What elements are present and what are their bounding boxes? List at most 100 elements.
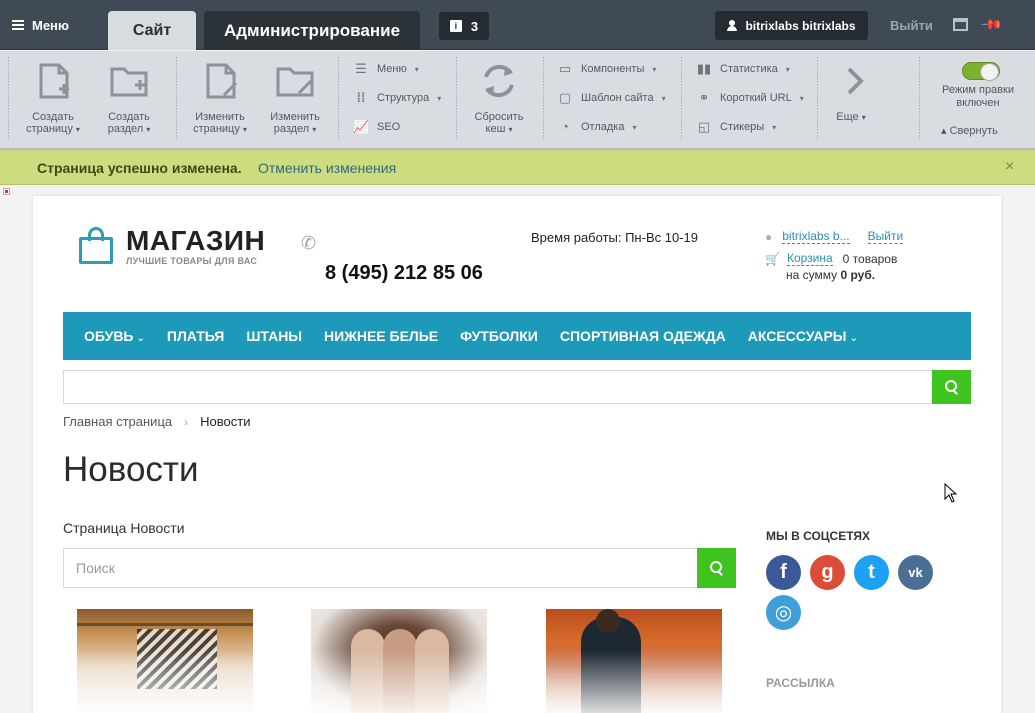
chart-icon: 📈 [353,119,370,134]
notifications-count: 3 [470,18,479,34]
nav-item[interactable]: АКСЕССУАРЫ ⌄ [748,328,858,344]
site-page: МАГАЗИН ЛУЧШИЕ ТОВАРЫ ДЛЯ ВАС ✆ 8 (495) … [33,196,1001,713]
new-folder-icon [110,67,148,97]
site-logo[interactable]: МАГАЗИН ЛУЧШИЕ ТОВАРЫ ДЛЯ ВАС [79,226,265,266]
phone-number: 8 (495) 212 85 06 [325,262,483,284]
news-thumbnail[interactable] [311,609,487,713]
admin-panel-top: Меню Сайт Администрирование i 3 bitrixla… [0,0,1035,50]
nav-item[interactable]: СПОРТИВНАЯ ОДЕЖДА [560,328,726,344]
nav-item-label: НИЖНЕЕ БЕЛЬЕ [324,328,439,344]
edit-folder-icon [276,67,314,97]
news-search-button[interactable] [697,548,736,588]
chevron-down-icon: ⌄ [136,333,145,344]
news-search-input[interactable]: Поиск [63,548,698,588]
collapse-toolbar-button[interactable]: ▴ Свернуть [941,124,998,137]
breadcrumb: Главная страница › Новости [63,414,250,429]
nav-item-label: ШТАНЫ [246,328,303,344]
seo-tool-button[interactable]: 📈 SEO [353,118,400,136]
cart-sum-prefix: на сумму [786,268,838,282]
nav-item[interactable]: НИЖНЕЕ БЕЛЬЕ [324,328,438,344]
user-name: bitrixlabs bitrixlabs [745,18,856,33]
cart-sum: на сумму 0 руб. [786,268,875,282]
tab-site[interactable]: Сайт [108,11,196,50]
debug-tool-button[interactable]: ◔ Отладка ▾ [557,118,636,136]
nav-item[interactable]: ОБУВЬ ⌄ [84,328,145,344]
terminal-icon: ▭ [558,61,572,76]
twitter-icon[interactable]: t [854,555,889,590]
shopping-bag-icon [79,227,113,265]
edit-mode-label: Режим правки включен [942,84,1014,109]
cart-row: 🛒 Корзина 0 товаров [765,251,897,266]
page-subtitle: Страница Новости [63,520,185,536]
vk-icon[interactable]: vk [898,555,933,590]
components-tool-label: Компоненты [581,63,645,75]
cart-icon: 🛒 [765,251,780,266]
nav-item[interactable]: ПЛАТЬЯ [167,328,224,344]
bar-chart-icon: ▮▮ [696,61,712,76]
notification-bar: Страница успешно изменена. Отменить изме… [0,149,1035,185]
logo-title: МАГАЗИН [126,225,266,256]
nav-item[interactable]: ШТАНЫ [246,328,302,344]
create-page-label: Создать [32,111,74,123]
edit-page-button[interactable]: Изменить страницу ▾ [187,55,253,141]
list-icon: ☰ [355,61,367,76]
cart-link[interactable]: Корзина [786,251,833,266]
cart-count: 0 товаров [842,251,898,266]
user-button[interactable]: bitrixlabs bitrixlabs [715,11,868,40]
account-row: ● bitrixlabs b... Выйти [765,229,904,244]
page-title: Новости [63,450,199,489]
instagram-icon[interactable]: ◎ [766,595,801,630]
user-icon: ● [765,229,773,244]
facebook-icon[interactable]: f [766,555,801,590]
edit-area-marker[interactable] [3,188,10,195]
structure-tool-button[interactable]: ⁞⁞ Структура ▾ [353,89,442,107]
tab-administration[interactable]: Администрирование [204,11,420,50]
user-icon [727,20,738,31]
notifications-button[interactable]: i 3 [439,12,489,40]
top-search-input[interactable] [63,370,933,404]
admin-menu-button[interactable]: Меню [12,12,69,38]
news-thumbnail[interactable] [546,609,722,713]
short-url-tool-button[interactable]: ⚭ Короткий URL ▾ [696,89,804,107]
short-url-tool-label: Короткий URL [720,92,792,104]
stickers-tool-button[interactable]: ◱ Стикеры ▾ [696,118,776,136]
more-tools-button[interactable]: Еще ▾ [818,55,884,141]
breadcrumb-home[interactable]: Главная страница [63,414,172,429]
nav-item-label: ОБУВЬ [84,328,134,344]
window-icon[interactable] [953,18,968,31]
news-thumbnail[interactable] [77,609,253,713]
edit-section-button[interactable]: Изменить раздел ▾ [262,55,328,141]
account-link[interactable]: bitrixlabs b... [782,229,850,244]
news-search-placeholder: Поиск [76,560,115,576]
create-section-button[interactable]: Создать раздел ▾ [96,55,162,141]
statistics-tool-label: Статистика [720,63,778,75]
site-template-tool-button[interactable]: ▢ Шаблон сайта ▾ [557,89,666,107]
google-plus-icon[interactable]: g [810,555,845,590]
create-page-button[interactable]: Создать страницу ▾ [20,55,86,141]
edit-section-label: Изменить [270,111,320,123]
menu-tool-button[interactable]: ☰ Меню ▾ [353,60,419,78]
newsletter-title: РАССЫЛКА [766,676,835,690]
reset-cache-button[interactable]: Сбросить кеш ▾ [466,55,532,141]
components-tool-button[interactable]: ▭ Компоненты ▾ [557,60,657,78]
top-search-button[interactable] [932,370,971,404]
chevron-right-icon: › [184,414,189,429]
admin-logout-link[interactable]: Выйти [890,18,933,33]
undo-changes-link[interactable]: Отменить изменения [258,160,396,176]
statistics-tool-button[interactable]: ▮▮ Статистика ▾ [696,60,790,78]
edit-mode-toggle[interactable] [962,62,1000,81]
debug-tool-label: Отладка [581,121,625,133]
close-icon[interactable]: × [1005,158,1014,176]
working-hours: Время работы: Пн-Вс 10-19 [531,230,698,245]
logo-subtitle: ЛУЧШИЕ ТОВАРЫ ДЛЯ ВАС [126,256,258,266]
nav-item[interactable]: ФУТБОЛКИ [460,328,538,344]
pin-icon[interactable]: 📌 [980,12,1004,36]
nav-item-label: СПОРТИВНАЯ ОДЕЖДА [559,328,726,344]
account-logout-link[interactable]: Выйти [867,229,904,244]
menu-icon [12,20,24,30]
gauge-icon: ◔ [561,119,569,134]
site-template-tool-label: Шаблон сайта [581,92,654,104]
main-navigation: ОБУВЬ ⌄ ПЛАТЬЯ ШТАНЫ НИЖНЕЕ БЕЛЬЕ ФУТБОЛКИ СПО… [63,312,971,360]
new-page-icon [39,63,69,99]
info-icon: i [449,20,462,32]
